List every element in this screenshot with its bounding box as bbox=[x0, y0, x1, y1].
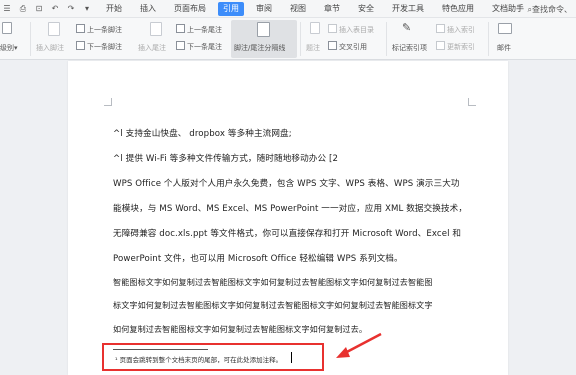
paragraph-line: 标文字如何复制过去智能图标文字如何复制过去智能图标文字如何复制过去智能图标文字 bbox=[113, 300, 433, 310]
prev-footnote-button[interactable]: 上一条脚注 bbox=[76, 24, 122, 35]
insert-figure-index-button[interactable]: 插入表目录 bbox=[328, 24, 374, 35]
paragraph-line: WPS Office 个人版对个人用户永久免费，包含 WPS 文字、WPS 表格… bbox=[113, 179, 460, 189]
text-cursor bbox=[291, 352, 292, 363]
paragraph-line: 智能图标文字如何复制过去智能图标文字如何复制过去智能图标文字如何复制过去智能图 bbox=[113, 277, 433, 287]
document-page[interactable]: ^l 支持金山快盘、 dropbox 等多种主流网盘; ^l 提供 Wi-Fi … bbox=[68, 61, 508, 375]
level-icon bbox=[2, 22, 12, 34]
insert-endnote-icon bbox=[150, 22, 162, 36]
references-ribbon: 级别▾ 插入脚注 上一条脚注 下一条脚注 插入尾注 上一条尾注 下一条尾注 脚注… bbox=[0, 18, 576, 60]
mail-icon bbox=[498, 23, 512, 34]
paragraph-line: ^l 支持金山快盘、 dropbox 等多种主流网盘; bbox=[113, 129, 292, 139]
print-icon[interactable]: ⎙ bbox=[18, 4, 28, 14]
next-footnote-icon bbox=[76, 41, 85, 50]
caption-icon bbox=[310, 22, 320, 34]
menu-tabs: 开始 插入 页面布局 引用 审阅 视图 章节 安全 开发工具 特色应用 文档助手 bbox=[97, 0, 533, 18]
paragraph-line: 能模块，与 MS Word、MS Excel、MS PowerPoint 一一对… bbox=[113, 204, 468, 214]
redo-icon[interactable]: ↷ bbox=[66, 4, 76, 14]
prev-endnote-icon bbox=[176, 24, 185, 33]
tab-page-layout[interactable]: 页面布局 bbox=[165, 0, 215, 18]
search-label: 查找命令、 bbox=[532, 5, 572, 14]
insert-index-button[interactable]: 插入索引 bbox=[436, 24, 475, 35]
cross-reference-button[interactable]: 交叉引用 bbox=[328, 41, 367, 52]
paragraph-line: PowerPoint 文件，也可以用 Microsoft Office 轻松编辑… bbox=[113, 254, 403, 264]
preview-icon[interactable]: ⊡ bbox=[34, 4, 44, 14]
command-search[interactable]: ⌕查找命令、 bbox=[528, 4, 572, 15]
red-arrow-annotation bbox=[336, 332, 382, 358]
prev-footnote-icon bbox=[76, 24, 85, 33]
cross-reference-icon bbox=[328, 41, 337, 50]
mark-index-button[interactable]: 标记索引项 bbox=[392, 43, 427, 53]
next-footnote-button[interactable]: 下一条脚注 bbox=[76, 41, 122, 52]
tab-security[interactable]: 安全 bbox=[349, 0, 383, 18]
open-icon[interactable]: ☰ bbox=[2, 4, 12, 14]
tab-references[interactable]: 引用 bbox=[218, 2, 244, 16]
next-endnote-button[interactable]: 下一条尾注 bbox=[176, 41, 222, 52]
paragraph-line: 无障碍兼容 doc.xls.ppt 等文件格式，你可以直接保存和打开 Micro… bbox=[113, 229, 462, 239]
tab-doc-assistant[interactable]: 文档助手 bbox=[483, 0, 533, 18]
undo-icon[interactable]: ↶ bbox=[50, 4, 60, 14]
tab-view[interactable]: 视图 bbox=[281, 0, 315, 18]
menu-bar: ☰ ⎙ ⊡ ↶ ↷ ▾ 开始 插入 页面布局 引用 审阅 视图 章节 安全 开发… bbox=[0, 0, 576, 18]
mail-button[interactable]: 邮件 bbox=[497, 43, 511, 53]
margin-marker bbox=[104, 98, 112, 106]
tab-home[interactable]: 开始 bbox=[97, 0, 131, 18]
tab-review[interactable]: 审阅 bbox=[247, 0, 281, 18]
more-icon[interactable]: ▾ bbox=[82, 4, 92, 14]
mark-index-icon: ✎ bbox=[402, 21, 412, 34]
paragraph-line: ^l 提供 Wi-Fi 等多种文件传输方式，随时随地移动办公 [2 bbox=[113, 154, 339, 164]
tab-special-apps[interactable]: 特色应用 bbox=[433, 0, 483, 18]
insert-endnote-button[interactable]: 插入尾注 bbox=[138, 43, 166, 53]
separator-icon bbox=[257, 22, 270, 37]
paragraph-line: 如何复制过去智能图标文字如何复制过去智能图标文字如何复制过去。 bbox=[113, 324, 368, 334]
insert-footnote-button[interactable]: 插入脚注 bbox=[36, 43, 64, 53]
figure-index-icon bbox=[328, 24, 337, 33]
tab-section[interactable]: 章节 bbox=[315, 0, 349, 18]
insert-index-icon bbox=[436, 24, 445, 33]
footnote-separator-button[interactable]: 脚注/尾注分隔线 bbox=[234, 43, 285, 53]
tab-insert[interactable]: 插入 bbox=[131, 0, 165, 18]
insert-footnote-icon bbox=[48, 22, 60, 36]
update-index-icon bbox=[436, 41, 445, 50]
level-button[interactable]: 级别▾ bbox=[0, 43, 18, 53]
footnote-text[interactable]: ¹ 页面会跳转到整个文档末页的尾部，可在此处添加注释。 bbox=[115, 354, 282, 364]
margin-marker bbox=[468, 98, 476, 106]
update-index-button[interactable]: 更新索引 bbox=[436, 41, 475, 52]
caption-button[interactable]: 题注 bbox=[306, 43, 320, 53]
quick-access-toolbar: ☰ ⎙ ⊡ ↶ ↷ ▾ bbox=[2, 3, 92, 15]
prev-endnote-button[interactable]: 上一条尾注 bbox=[176, 24, 222, 35]
tab-developer[interactable]: 开发工具 bbox=[383, 0, 433, 18]
next-endnote-icon bbox=[176, 41, 185, 50]
